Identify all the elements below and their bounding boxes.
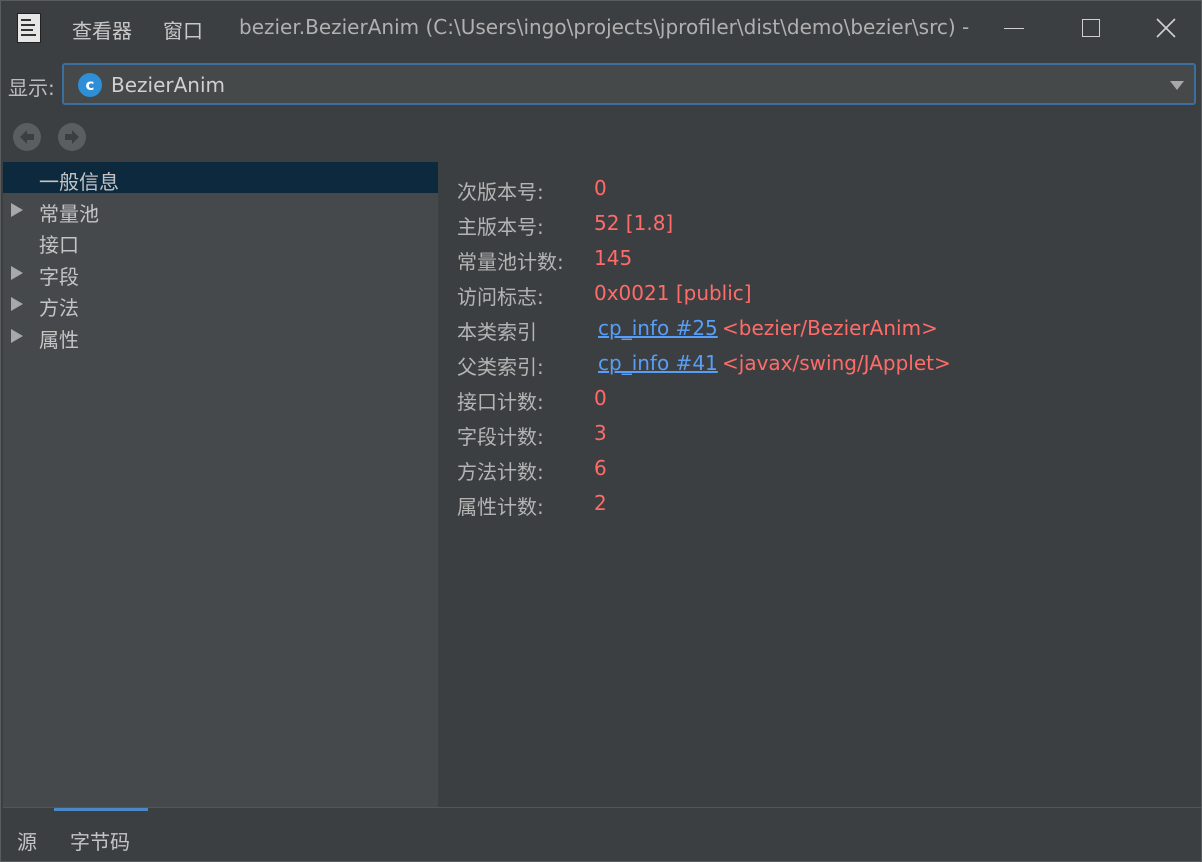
expand-arrow-icon[interactable] [11,266,23,280]
maximize-button[interactable] [1060,9,1120,49]
access-flags-value: 0x0021 [public] [594,281,752,305]
tree-item-label: 属性 [39,328,79,352]
tab-source[interactable]: 源 [17,826,37,855]
tree-item-general-info[interactable]: 一般信息 [3,162,438,194]
general-info-panel: 次版本号: 0 主版本号: 52 [1.8] 常量池计数: 145 访问标志: … [438,162,1201,807]
app-window: 查看器 窗口 bezier.BezierAnim (C:\Users\ingo\… [0,0,1202,862]
chevron-down-icon[interactable] [1170,81,1184,90]
minor-version-label: 次版本号: [457,180,544,204]
access-flags-label: 访问标志: [457,285,544,309]
close-button[interactable] [1136,9,1196,49]
minimize-button[interactable] [984,9,1044,49]
interfaces-count-value: 0 [594,386,607,410]
selected-class: BezierAnim [111,73,226,97]
class-tree: 一般信息 常量池 接口 字段 方法 属性 [3,162,438,807]
tree-item-attributes[interactable]: 属性 [3,320,438,352]
minor-version-value: 0 [594,176,607,200]
methods-count-label: 方法计数: [457,460,544,484]
title-bar: 查看器 窗口 bezier.BezierAnim (C:\Users\ingo\… [1,1,1201,57]
window-title: bezier.BezierAnim (C:\Users\ingo\project… [239,15,969,39]
tree-item-label: 一般信息 [39,170,119,194]
cp-count-value: 145 [594,246,633,270]
forward-button[interactable] [58,123,86,151]
this-class-ref: <bezier/BezierAnim> [722,316,938,340]
arrow-left-icon [20,130,34,144]
major-version-value: 52 [1.8] [594,211,674,235]
close-icon [1156,18,1176,38]
interfaces-count-label: 接口计数: [457,390,544,414]
fields-count-value: 3 [594,421,607,445]
show-label: 显示: [8,76,55,100]
tree-item-label: 常量池 [39,202,99,226]
methods-count-value: 6 [594,456,607,480]
tab-bytecode[interactable]: 字节码 [70,826,130,855]
super-class-link[interactable]: cp_info #41 [598,351,718,375]
expand-arrow-icon[interactable] [11,297,23,311]
this-class-link[interactable]: cp_info #25 [598,316,718,340]
tree-item-methods[interactable]: 方法 [3,288,438,320]
expand-arrow-icon[interactable] [11,329,23,343]
attributes-count-value: 2 [594,491,607,515]
tree-item-label: 字段 [39,265,79,289]
tree-item-constant-pool[interactable]: 常量池 [3,194,438,226]
attributes-count-label: 属性计数: [457,495,544,519]
tree-item-label: 方法 [39,296,79,320]
bottom-tab-bar: 源 字节码 [3,807,1201,861]
menu-viewer[interactable]: 查看器 [72,15,132,44]
arrow-right-icon [65,130,79,144]
super-class-ref: <javax/swing/JApplet> [722,351,951,375]
expand-arrow-icon[interactable] [11,203,23,217]
this-class-label: 本类索引 [457,320,537,344]
class-selector-combo[interactable]: c BezierAnim [62,63,1196,105]
back-button[interactable] [13,123,41,151]
menu-window[interactable]: 窗口 [163,15,203,44]
app-icon[interactable] [17,13,41,43]
major-version-label: 主版本号: [457,215,544,239]
active-tab-indicator [54,808,148,811]
cp-count-label: 常量池计数: [457,250,564,274]
tree-item-label: 接口 [39,233,79,257]
super-class-label: 父类索引: [457,355,544,379]
fields-count-label: 字段计数: [457,425,544,449]
tree-item-interfaces[interactable]: 接口 [3,225,438,257]
tree-item-fields[interactable]: 字段 [3,257,438,289]
class-icon: c [78,73,102,97]
